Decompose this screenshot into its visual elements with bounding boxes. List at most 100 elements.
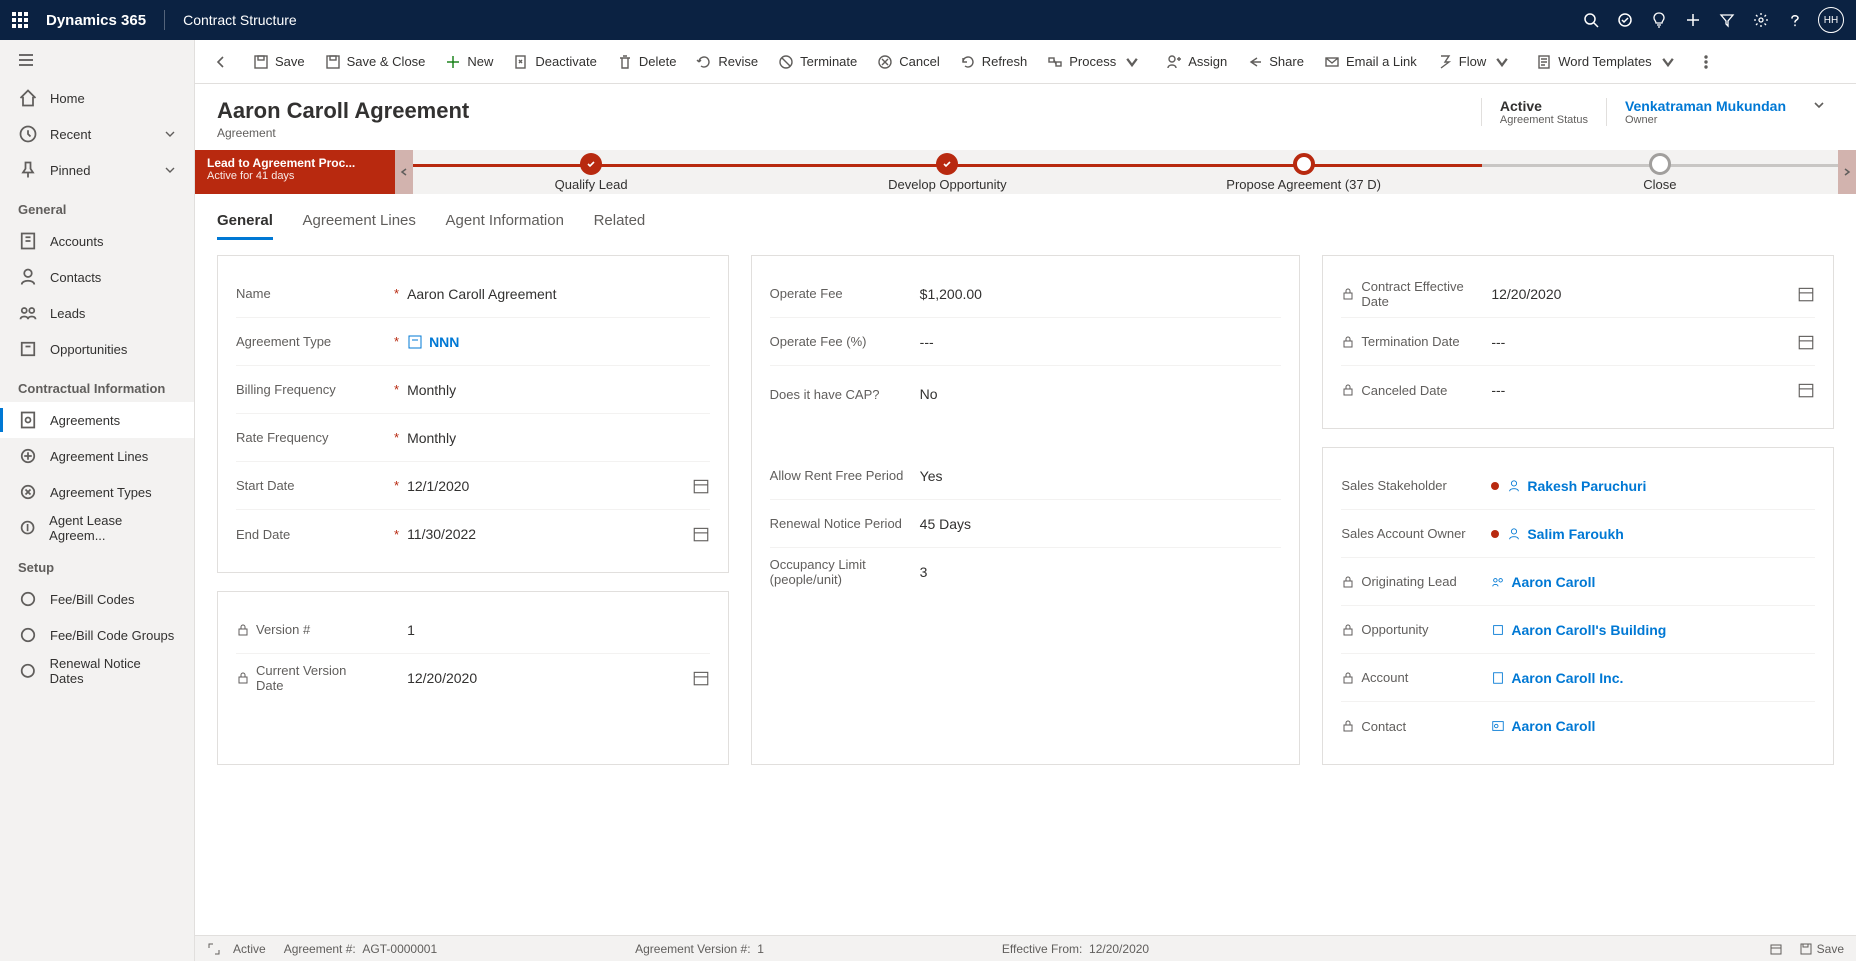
bpf-next-button[interactable]	[1838, 150, 1856, 194]
gear-icon[interactable]	[1744, 0, 1778, 40]
nav-agreements-label: Agreements	[50, 413, 120, 428]
term-value: ---	[1491, 334, 1789, 350]
assign-button[interactable]: Assign	[1156, 45, 1237, 79]
tab-agent[interactable]: Agent Information	[446, 204, 564, 237]
field-contact: ContactAaron Caroll	[1341, 702, 1815, 750]
user-avatar[interactable]: HH	[1818, 7, 1844, 33]
waffle-icon[interactable]	[12, 12, 28, 28]
help-icon[interactable]	[1778, 0, 1812, 40]
field-opportunity: OpportunityAaron Caroll's Building	[1341, 606, 1815, 654]
bpf-stage2-label: Develop Opportunity	[888, 177, 1007, 192]
terminate-button[interactable]: Terminate	[768, 45, 867, 79]
nav-pinned[interactable]: Pinned	[0, 152, 194, 188]
field-operate-fee-pct[interactable]: Operate Fee (%)---	[770, 318, 1282, 366]
nav-recent[interactable]: Recent	[0, 116, 194, 152]
field-sales-stakeholder[interactable]: Sales StakeholderRakesh Paruchuri	[1341, 462, 1815, 510]
field-agreement-type[interactable]: Agreement Type*NNN	[236, 318, 710, 366]
nav-agreements[interactable]: Agreements	[0, 402, 194, 438]
filter-icon[interactable]	[1710, 0, 1744, 40]
deactivate-label: Deactivate	[535, 54, 596, 69]
field-start-date[interactable]: Start Date*12/1/2020	[236, 462, 710, 510]
search-icon[interactable]	[1574, 0, 1608, 40]
nav-fee-codes[interactable]: Fee/Bill Codes	[0, 581, 194, 617]
tab-lines[interactable]: Agreement Lines	[303, 204, 416, 237]
field-rate-frequency[interactable]: Rate Frequency*Monthly	[236, 414, 710, 462]
nav-accounts-label: Accounts	[50, 234, 103, 249]
header-chevron[interactable]	[1804, 98, 1834, 112]
nav-agent-lease-label: Agent Lease Agreem...	[49, 513, 176, 543]
flow-button[interactable]: Flow	[1427, 45, 1526, 79]
bpf-stage-1[interactable]: Qualify Lead	[413, 153, 769, 192]
bpf-process-header[interactable]: Lead to Agreement Proc... Active for 41 …	[195, 150, 395, 194]
nav-agreement-lines[interactable]: Agreement Lines	[0, 438, 194, 474]
nav-agent-lease[interactable]: Agent Lease Agreem...	[0, 510, 194, 546]
chevron-down-icon	[164, 128, 176, 140]
field-renewal-notice[interactable]: Renewal Notice Period45 Days	[770, 500, 1282, 548]
sao-label: Sales Account Owner	[1341, 526, 1465, 541]
revise-button[interactable]: Revise	[686, 45, 768, 79]
plus-icon[interactable]	[1676, 0, 1710, 40]
new-button[interactable]: New	[435, 45, 503, 79]
overflow-button[interactable]	[1692, 45, 1726, 79]
nav-fee-groups[interactable]: Fee/Bill Code Groups	[0, 617, 194, 653]
footer-save-label[interactable]: Save	[1817, 942, 1844, 956]
calendar-icon	[1797, 333, 1815, 351]
word-templates-button[interactable]: Word Templates	[1526, 45, 1691, 79]
record-title: Aaron Caroll Agreement	[217, 98, 469, 124]
canceldate-label: Canceled Date	[1361, 383, 1447, 398]
presence-dot	[1491, 530, 1499, 538]
hamburger-button[interactable]	[0, 40, 194, 80]
owner-value[interactable]: Venkatraman Mukundan	[1625, 98, 1786, 114]
nav-opportunities[interactable]: Opportunities	[0, 331, 194, 367]
calendar-icon[interactable]	[692, 525, 710, 543]
bpf-collapse-button[interactable]	[395, 150, 413, 194]
deactivate-button[interactable]: Deactivate	[503, 45, 606, 79]
lock-icon	[1341, 575, 1355, 589]
lookup-icon	[407, 334, 423, 350]
calendar-icon	[1797, 381, 1815, 399]
expand-icon[interactable]	[207, 942, 221, 956]
email-link-button[interactable]: Email a Link	[1314, 45, 1427, 79]
field-sales-account-owner[interactable]: Sales Account OwnerSalim Faroukh	[1341, 510, 1815, 558]
task-icon[interactable]	[1608, 0, 1642, 40]
nav-contacts-label: Contacts	[50, 270, 101, 285]
back-button[interactable]	[205, 46, 237, 78]
nav-home[interactable]: Home	[0, 80, 194, 116]
field-operate-fee[interactable]: Operate Fee$1,200.00	[770, 270, 1282, 318]
opfee-label: Operate Fee	[770, 286, 843, 301]
rentfree-label: Allow Rent Free Period	[770, 468, 904, 483]
bpf-stage-2[interactable]: Develop Opportunity	[769, 153, 1125, 192]
refresh-button[interactable]: Refresh	[950, 45, 1038, 79]
nav-leads[interactable]: Leads	[0, 295, 194, 331]
cancel-button[interactable]: Cancel	[867, 45, 949, 79]
nav-fee-groups-label: Fee/Bill Code Groups	[50, 628, 174, 643]
field-rent-free[interactable]: Allow Rent Free PeriodYes	[770, 452, 1282, 500]
nav-renewal-dates[interactable]: Renewal Notice Dates	[0, 653, 194, 689]
field-name[interactable]: Name*Aaron Caroll Agreement	[236, 270, 710, 318]
share-button[interactable]: Share	[1237, 45, 1314, 79]
process-button[interactable]: Process	[1037, 45, 1156, 79]
field-has-cap[interactable]: Does it have CAP?No	[770, 366, 1282, 422]
renewal-label: Renewal Notice Period	[770, 516, 902, 531]
calendar-icon[interactable]	[692, 477, 710, 495]
nav-agreement-types[interactable]: Agreement Types	[0, 474, 194, 510]
bpf-stage-3[interactable]: Propose Agreement (37 D)	[1126, 153, 1482, 192]
delete-button[interactable]: Delete	[607, 45, 687, 79]
field-end-date[interactable]: End Date*11/30/2022	[236, 510, 710, 558]
save-button[interactable]: Save	[243, 45, 315, 79]
tab-related[interactable]: Related	[594, 204, 646, 237]
field-occupancy[interactable]: Occupancy Limit (people/unit)3	[770, 548, 1282, 596]
save-close-button[interactable]: Save & Close	[315, 45, 436, 79]
nav-accounts[interactable]: Accounts	[0, 223, 194, 259]
tab-general[interactable]: General	[217, 204, 273, 240]
nav-home-label: Home	[50, 91, 85, 106]
calendar-icon[interactable]	[1769, 942, 1783, 956]
save-icon[interactable]	[1799, 942, 1813, 956]
bpf-stage-4[interactable]: Close	[1482, 153, 1838, 192]
stage-current-icon	[1293, 153, 1315, 175]
field-billing-frequency[interactable]: Billing Frequency*Monthly	[236, 366, 710, 414]
nav-contacts[interactable]: Contacts	[0, 259, 194, 295]
billing-freq-value: Monthly	[407, 382, 710, 398]
owner-block: Venkatraman Mukundan Owner	[1606, 98, 1804, 126]
lightbulb-icon[interactable]	[1642, 0, 1676, 40]
